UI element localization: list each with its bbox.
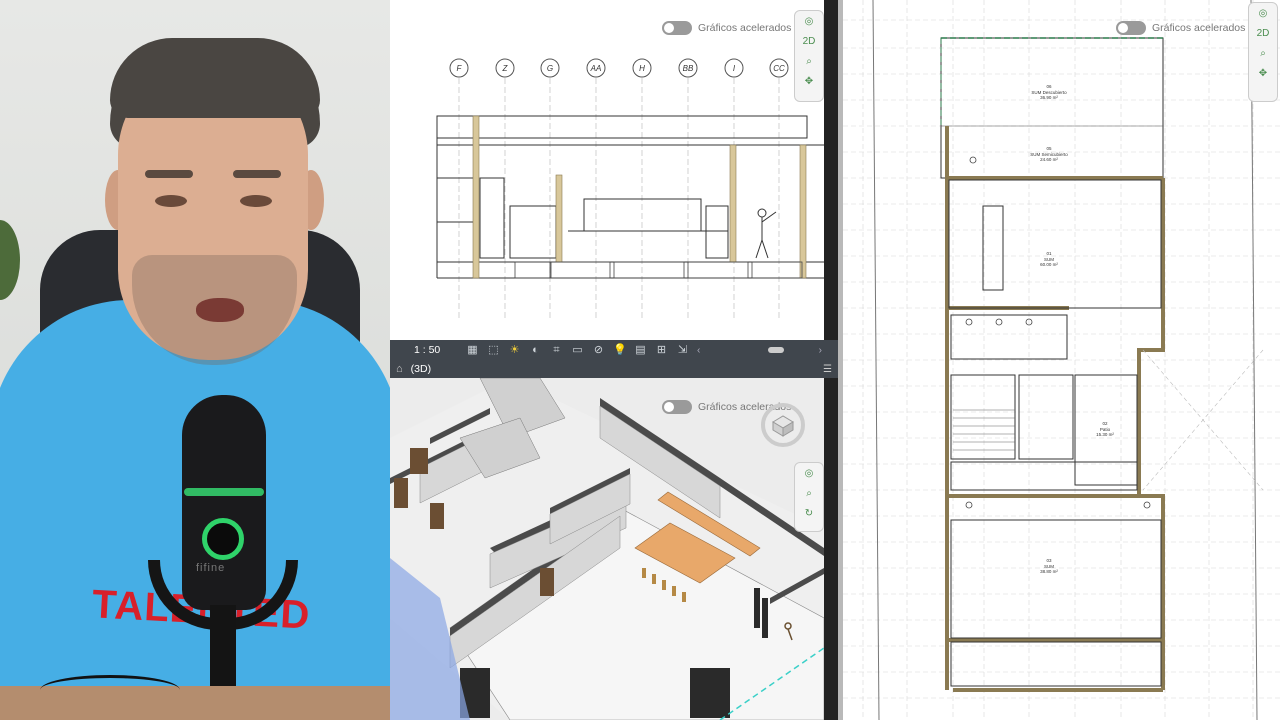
pan-icon[interactable]: ✥ [795,71,823,91]
shadows-icon[interactable]: ◐ [529,344,542,357]
orbit-icon[interactable]: ↻ [795,503,823,523]
cable [40,675,180,705]
pan-icon[interactable]: ✥ [1249,63,1277,83]
viewcube-icon[interactable]: ◎ [1249,3,1277,23]
detail-level-icon[interactable]: ▦ [466,344,479,357]
scroll-right-icon[interactable]: › [819,345,822,356]
room-area: 38.80 m² [1040,569,1058,574]
grid-label: CC [773,64,785,73]
analytical-model-icon[interactable]: ⊞ [655,344,668,357]
home-icon[interactable]: ⌂ [396,363,403,375]
section-outline [436,115,824,279]
toggle-switch[interactable] [662,21,692,35]
mouth [196,298,244,322]
highlight-displacement-icon[interactable]: ⇲ [676,344,689,357]
steering-wheel-icon[interactable]: ◎ [795,463,823,483]
view-control-bar: 1 : 50 ▦ ⬚ ☀ ◐ ⌗ ▭ ⊘ 💡 ▤ ⊞ ⇲ ‹ › [390,340,838,360]
scroll-left-icon[interactable]: ‹ [697,345,700,356]
toggle-switch[interactable] [1116,21,1146,35]
zoom-icon[interactable]: ⌕ [795,483,823,503]
sun-path-icon[interactable]: ☀ [508,344,521,357]
temporary-hide-icon[interactable]: ⊘ [592,344,605,357]
view-tab-3d[interactable]: ⌂ (3D) ☰ [390,360,838,378]
crop-view-icon[interactable]: ⌗ [550,344,563,357]
navigation-bar-3d[interactable]: ◎ ⌕ ↻ [794,462,824,532]
worksharing-icon[interactable]: ▤ [634,344,647,357]
toggle-label: Gráficos acelerados [698,22,792,34]
accelerated-graphics-toggle-plan[interactable]: Gráficos acelerados [1116,21,1245,35]
plan-grid [843,0,1280,720]
grid-label: H [639,64,645,73]
view-2d-icon[interactable]: 2D [795,31,823,51]
zoom-icon[interactable]: ⌕ [1249,43,1277,63]
grid-label: AA [590,64,602,73]
room-number: 06 [1046,84,1052,89]
eye-left [155,195,187,207]
webcam-feed: TALENTED fifine [0,0,390,720]
grid-label: G [547,64,553,73]
zoom-icon[interactable]: ⌕ [795,51,823,71]
screen: TALENTED fifine F Z G AA H BB I CC Gráfi… [0,0,1280,720]
view-2d-icon[interactable]: 2D [1249,23,1277,43]
grid-label: BB [683,64,694,73]
brow-left [145,170,193,178]
microphone [182,395,266,610]
horizontal-scroll[interactable] [768,347,785,353]
mic-led-strip [184,488,264,496]
brow-right [233,170,281,178]
room-number: 01 [1046,251,1052,256]
section-columns [472,115,807,279]
room-number: 05 [1046,146,1052,151]
viewcube-icon[interactable] [758,400,808,450]
human-figure [755,208,777,259]
visual-style-icon[interactable]: ⬚ [487,344,500,357]
plant [0,220,20,300]
mic-brand: fifine [196,562,226,574]
toggle-switch[interactable] [662,400,692,414]
navigation-bar-plan[interactable]: ◎ 2D ⌕ ✥ [1248,2,1278,102]
room-area: 60.00 m² [1040,262,1058,267]
room-area: 15.30 m² [1096,432,1114,437]
accelerated-graphics-toggle[interactable]: Gráficos acelerados [662,21,791,35]
mic-gain-knob [202,518,244,560]
tab-menu-icon[interactable]: ☰ [823,364,832,375]
navigation-bar[interactable]: ◎ 2D ⌕ ✥ [794,10,824,102]
patio-diagonals [1142,349,1264,491]
elevation-viewport[interactable]: F Z G AA H BB I CC J [390,0,824,340]
room-area: 24.60 m² [1040,157,1058,162]
view-scale[interactable]: 1 : 50 [414,344,458,356]
eye-right [240,195,272,207]
furniture [514,261,803,279]
room-area: 36.90 m² [1040,95,1058,100]
toggle-label: Gráficos acelerados [1152,22,1246,34]
exterior-walls [945,126,1165,692]
view-tab-label[interactable]: (3D) [411,363,431,375]
floor-plan-viewport[interactable]: 06 SUM Descubierto 36.90 m² 05 SUM Semic… [843,0,1280,720]
presenter-hair-top [110,38,320,118]
fixtures [965,156,1151,509]
room-tags: 06 SUM Descubierto 36.90 m² 05 SUM Semic… [1030,84,1114,574]
elevation-drawing: F Z G AA H BB I CC J [436,58,824,320]
room-number: 03 [1046,558,1052,563]
room-number: 02 [1102,421,1108,426]
show-crop-icon[interactable]: ▭ [571,344,584,357]
floor-plan: 06 SUM Descubierto 36.90 m² 05 SUM Semic… [843,0,1280,720]
3d-viewport[interactable]: Gráficos acelerados ◎ ⌕ ↻ [390,378,824,720]
viewcube-icon[interactable]: ◎ [795,11,823,31]
reveal-hidden-icon[interactable]: 💡 [613,344,627,357]
